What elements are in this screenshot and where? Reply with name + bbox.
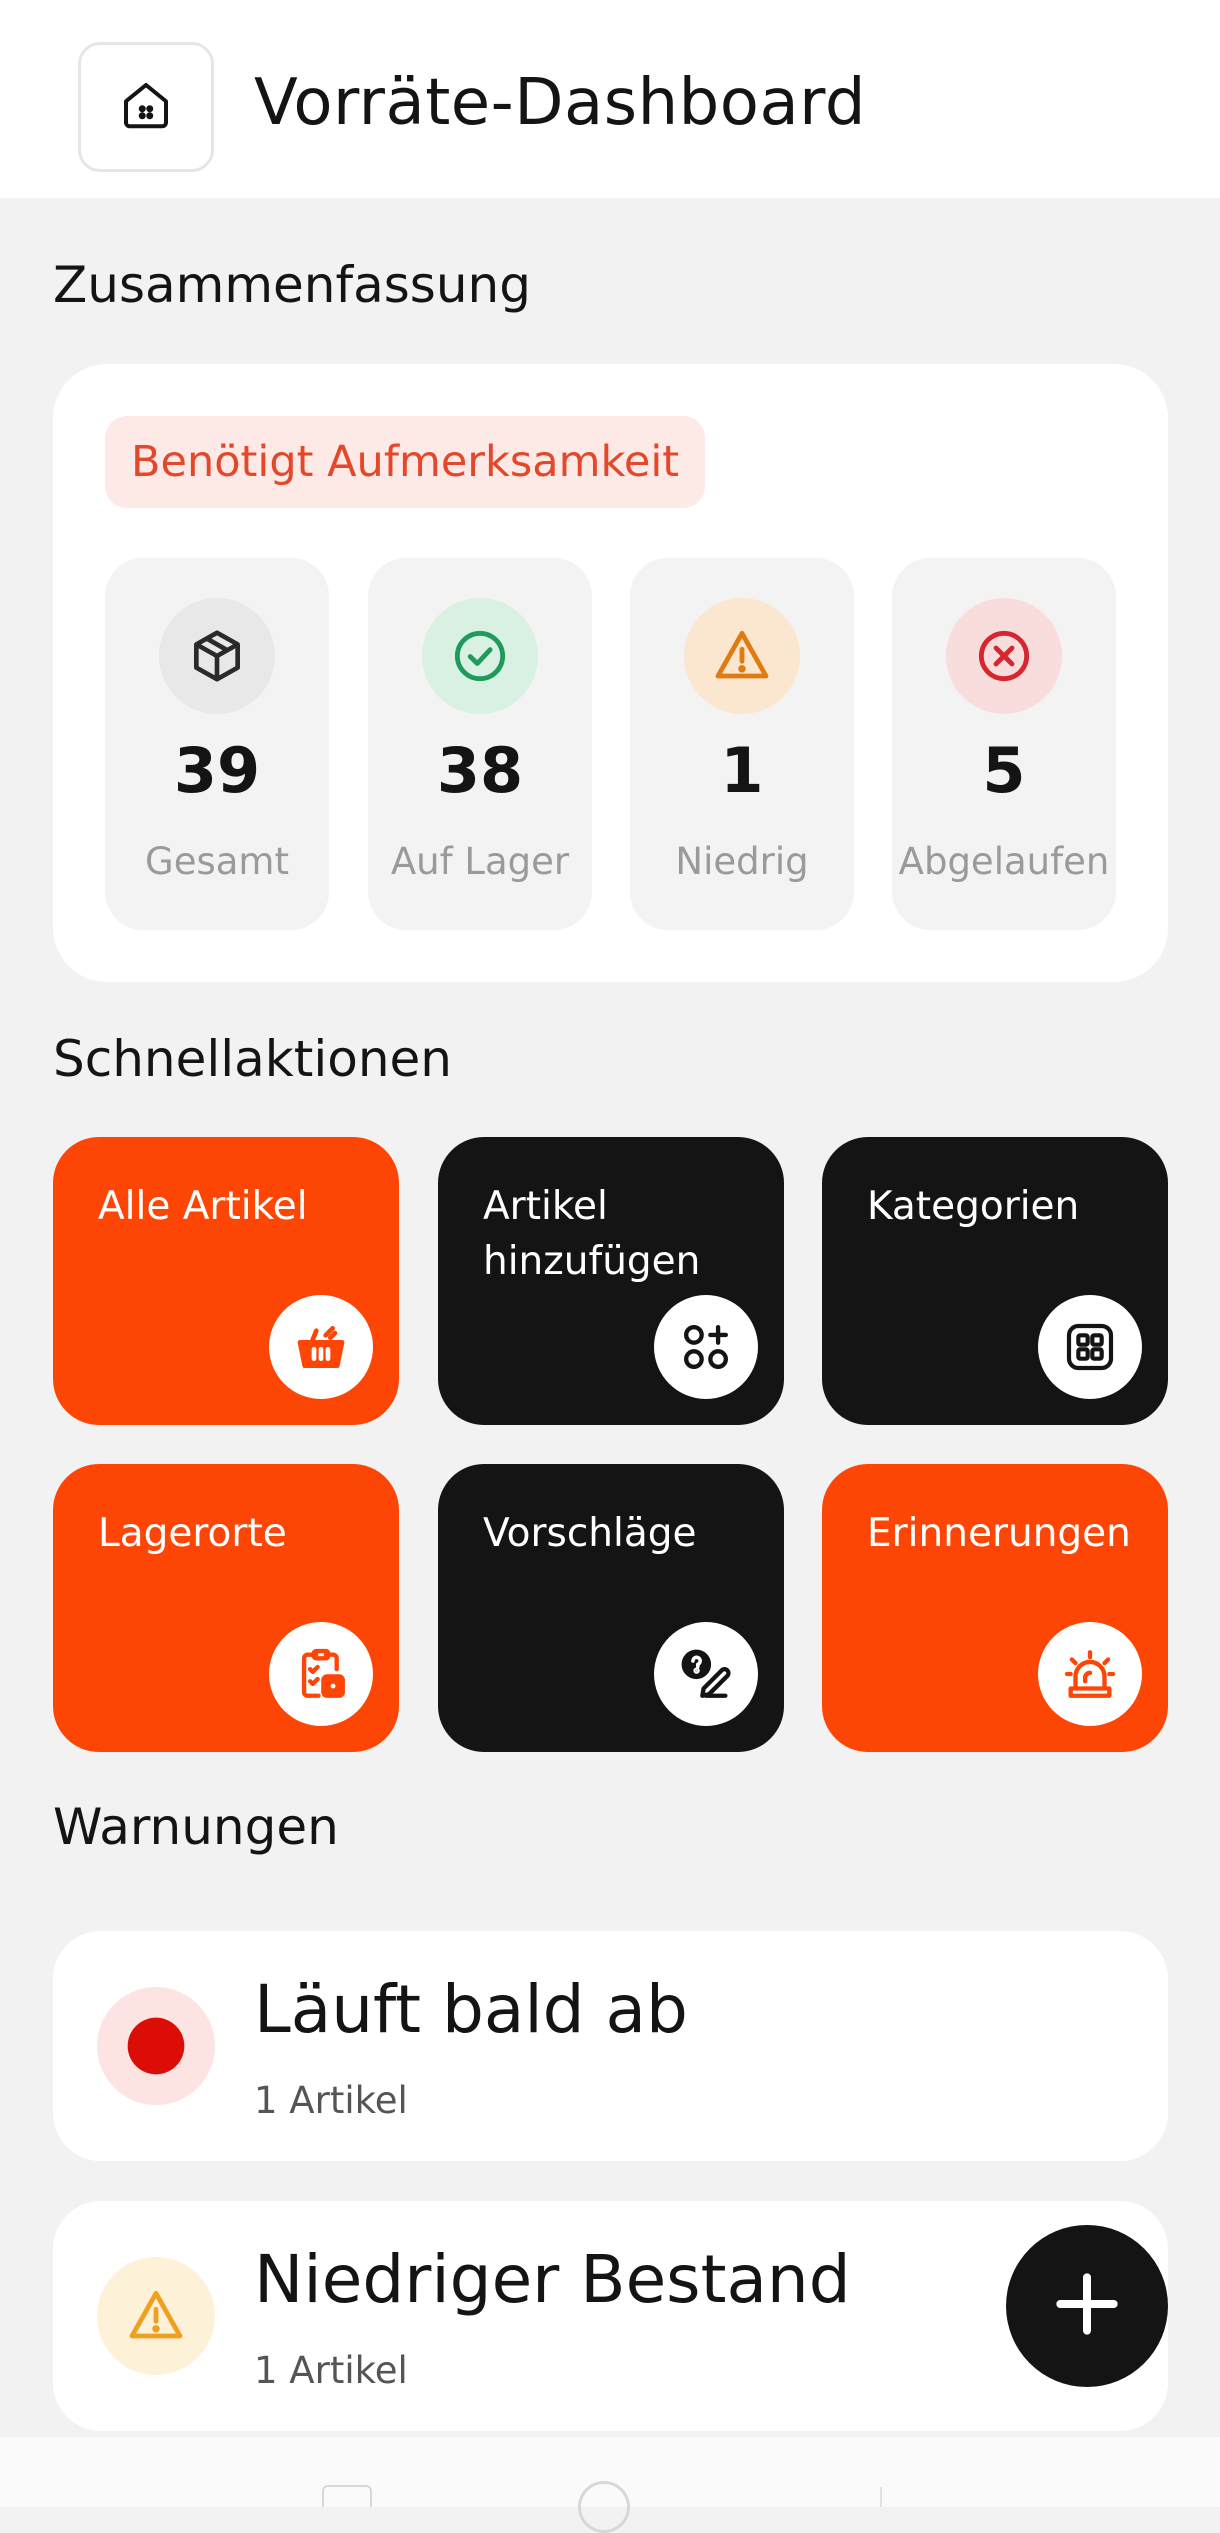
clipboard-icon — [269, 1622, 373, 1726]
stat-label: Auf Lager — [390, 840, 570, 883]
add-grid-icon — [654, 1295, 758, 1399]
nav-item-icon[interactable] — [578, 2481, 630, 2533]
suggestion-icon — [654, 1622, 758, 1726]
stat-label: Gesamt — [145, 840, 289, 883]
app-header: Vorräte-Dashboard — [0, 0, 1220, 198]
tile-label: Vorschläge — [483, 1511, 697, 1556]
warning-title: Läuft bald ab — [254, 1971, 688, 2048]
nav-item-icon[interactable] — [322, 2485, 372, 2507]
home-button[interactable] — [78, 42, 214, 172]
bottom-navigation-bar — [0, 2437, 1220, 2533]
stat-in-stock[interactable]: 38 Auf Lager — [368, 558, 592, 930]
stat-low[interactable]: 1 Niedrig — [630, 558, 854, 930]
stat-value: 38 — [436, 734, 524, 807]
stat-value: 39 — [173, 734, 261, 807]
x-circle-icon — [946, 598, 1062, 714]
stat-value: 5 — [982, 734, 1026, 807]
warning-expiring-soon[interactable]: Läuft bald ab 1 Artikel — [53, 1931, 1168, 2161]
attention-badge: Benötigt Aufmerksamkeit — [105, 416, 706, 508]
red-dot-icon — [97, 1987, 215, 2105]
warning-subtitle: 1 Artikel — [254, 2079, 408, 2122]
tile-suggestions[interactable]: Vorschläge — [438, 1464, 784, 1752]
basket-icon — [269, 1295, 373, 1399]
tile-reminders[interactable]: Erinnerungen — [822, 1464, 1168, 1752]
quick-actions-section-title: Schnellaktionen — [53, 1030, 452, 1088]
page-title: Vorräte-Dashboard — [254, 66, 866, 140]
add-fab-button[interactable] — [1006, 2225, 1168, 2387]
nav-divider — [880, 2487, 882, 2507]
summary-section-title: Zusammenfassung — [53, 256, 531, 314]
grid-icon — [1038, 1295, 1142, 1399]
plus-icon — [1047, 2264, 1127, 2348]
warning-low-stock[interactable]: Niedriger Bestand 1 Artikel — [53, 2201, 1168, 2431]
tile-storage-locations[interactable]: Lagerorte — [53, 1464, 399, 1752]
warning-title: Niedriger Bestand — [254, 2241, 851, 2318]
stat-value: 1 — [720, 734, 764, 807]
alarm-icon — [1038, 1622, 1142, 1726]
box-icon — [159, 598, 275, 714]
tile-label: Artikel hinzufügen — [483, 1184, 701, 1284]
stat-label: Niedrig — [675, 840, 809, 883]
stat-label: Abgelaufen — [898, 840, 1110, 883]
warning-triangle-icon — [97, 2257, 215, 2375]
summary-card: Benötigt Aufmerksamkeit 39 Gesamt 38 Auf… — [53, 364, 1168, 982]
tile-label: Alle Artikel — [98, 1184, 308, 1229]
tile-label: Erinnerungen — [867, 1511, 1131, 1556]
tile-add-item[interactable]: Artikel hinzufügen — [438, 1137, 784, 1425]
tile-all-items[interactable]: Alle Artikel — [53, 1137, 399, 1425]
tile-categories[interactable]: Kategorien — [822, 1137, 1168, 1425]
tile-label: Kategorien — [867, 1184, 1080, 1229]
warnings-section-title: Warnungen — [53, 1798, 339, 1856]
stat-expired[interactable]: 5 Abgelaufen — [892, 558, 1116, 930]
check-circle-icon — [422, 598, 538, 714]
tile-label: Lagerorte — [98, 1511, 287, 1556]
home-icon — [116, 75, 176, 139]
warning-triangle-icon — [684, 598, 800, 714]
warning-subtitle: 1 Artikel — [254, 2349, 408, 2392]
stat-total[interactable]: 39 Gesamt — [105, 558, 329, 930]
